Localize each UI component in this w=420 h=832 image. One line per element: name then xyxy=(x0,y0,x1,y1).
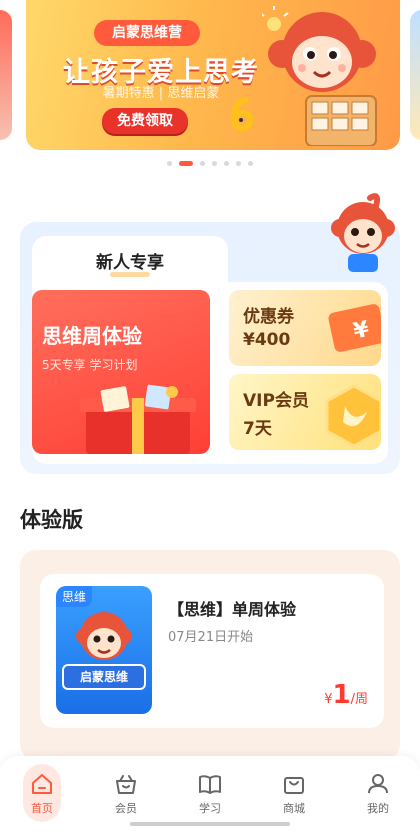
carousel-dot xyxy=(212,161,217,166)
price-currency: ¥ xyxy=(324,692,333,707)
banner-peek-right[interactable] xyxy=(410,10,420,140)
course-price: ¥1/周 xyxy=(324,680,368,710)
banner-peek-left[interactable] xyxy=(0,10,12,140)
new-user-section: 新人专享 思维周体验 5天专享 学习计划 优惠券 ¥400 ¥ VIP会员 7天 xyxy=(20,193,400,474)
new-user-tab-label: 新人专享 xyxy=(96,253,164,273)
carousel-dot-active xyxy=(179,161,193,166)
nav-item-profile[interactable]: 我的 xyxy=(336,756,420,832)
app-page: 启蒙思维营 让孩子爱上思考 暑期特惠 | 思维启蒙 免费领取 新人专享 思维周体… xyxy=(0,0,420,832)
thumbnail-label: 启蒙思维 xyxy=(62,664,146,690)
coupon-card[interactable]: 优惠券 ¥400 ¥ xyxy=(229,290,381,366)
gift-box-icon xyxy=(80,384,196,454)
course-title: 【思维】单周体验 xyxy=(168,600,297,619)
promo-banner[interactable]: 启蒙思维营 让孩子爱上思考 暑期特惠 | 思维启蒙 免费领取 xyxy=(26,0,400,150)
banner-tag: 启蒙思维营 xyxy=(94,20,200,46)
monkey-thumbnail-icon xyxy=(76,612,132,660)
carousel-dot xyxy=(236,161,241,166)
nav-label-profile: 我的 xyxy=(367,802,389,815)
nav-label-study: 学习 xyxy=(199,802,221,815)
coupon-ticket-icon: ¥ xyxy=(328,304,381,352)
monkey-mascot-icon xyxy=(262,6,377,146)
banner-carousel[interactable]: 启蒙思维营 让孩子爱上思考 暑期特惠 | 思维启蒙 免费领取 xyxy=(0,0,420,178)
price-amount: 1 xyxy=(332,680,351,710)
carousel-dot xyxy=(200,161,205,166)
monkey-peek-icon xyxy=(331,193,395,272)
home-icon xyxy=(32,774,52,794)
nav-item-store[interactable]: 商城 xyxy=(252,756,336,832)
price-unit: /周 xyxy=(350,692,368,707)
trial-subtitle: 5天专享 学习计划 xyxy=(42,358,138,372)
shopping-bag-icon xyxy=(284,777,304,794)
nav-item-home[interactable]: 首页 xyxy=(0,756,84,832)
nav-label-store: 商城 xyxy=(283,802,305,815)
crown-basket-icon xyxy=(116,775,136,794)
vip-title: VIP会员 xyxy=(243,391,309,411)
section-title-experience: 体验版 xyxy=(20,508,83,532)
thumbnail-tag: 思维 xyxy=(56,586,93,607)
bottom-navigation: 首页 会员 学习 商城 我的 xyxy=(0,756,420,832)
number-six-mascot-icon xyxy=(230,97,254,132)
trial-week-card[interactable]: 思维周体验 5天专享 学习计划 xyxy=(32,290,210,454)
carousel-dot xyxy=(224,161,229,166)
carousel-dot xyxy=(167,161,172,166)
nav-item-member[interactable]: 会员 xyxy=(84,756,168,832)
carousel-indicator xyxy=(0,161,420,166)
course-thumbnail: 思维 启蒙思维 xyxy=(56,586,152,714)
book-icon xyxy=(199,775,221,794)
vip-hexagon-icon xyxy=(325,384,381,448)
user-icon xyxy=(368,774,388,794)
experience-course-card[interactable]: 思维 启蒙思维 【思维】单周体验 07月21日开始 ¥1/周 xyxy=(40,574,384,728)
nav-label-member: 会员 xyxy=(115,802,137,815)
vip-value: 7天 xyxy=(243,419,272,439)
trial-title: 思维周体验 xyxy=(42,324,142,348)
coupon-value: ¥400 xyxy=(243,330,291,350)
coupon-title: 优惠券 xyxy=(243,307,294,327)
nav-label-home: 首页 xyxy=(31,802,53,815)
new-user-tab[interactable]: 新人专享 xyxy=(32,236,228,284)
home-indicator[interactable] xyxy=(130,822,290,826)
banner-claim-button[interactable]: 免费领取 xyxy=(102,108,188,134)
carousel-dot xyxy=(248,161,253,166)
experience-section: 思维 启蒙思维 【思维】单周体验 07月21日开始 ¥1/周 xyxy=(20,550,400,760)
nav-item-study[interactable]: 学习 xyxy=(168,756,252,832)
course-start-date: 07月21日开始 xyxy=(168,630,254,645)
vip-card[interactable]: VIP会员 7天 xyxy=(229,374,381,450)
